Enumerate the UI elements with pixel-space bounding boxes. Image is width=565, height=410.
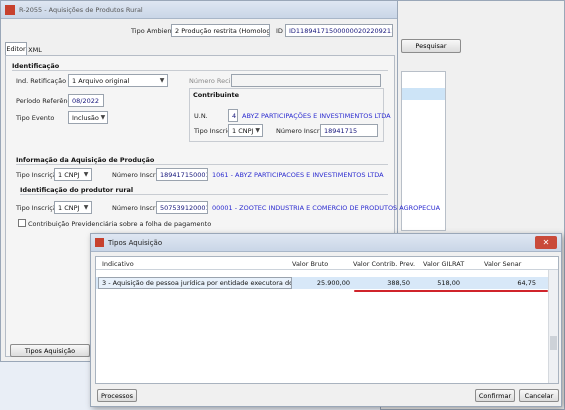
tipo-evento-label: Tipo Evento xyxy=(16,114,55,122)
produtor-divider xyxy=(20,194,388,195)
col-valor-gilrat: Valor GILRAT xyxy=(423,260,465,268)
cell-valor-senar: 64,75 xyxy=(517,279,536,287)
numero-recibo-field[interactable] xyxy=(231,74,381,87)
contribuicao-checkbox[interactable] xyxy=(18,219,26,227)
contribuicao-checkbox-label: Contribuição Previdenciária sobre a folh… xyxy=(28,220,212,228)
main-titlebar: R-2055 - Aquisições de Produtos Rural xyxy=(1,1,397,19)
contribuinte-tipo-inscricao-select[interactable]: 1 CNPJ ▼ xyxy=(228,124,263,137)
aquisicao-company-text: 1061 - ABYZ PARTICIPACOES E INVESTIMENTO… xyxy=(212,171,384,179)
un-code-field[interactable]: 4 xyxy=(228,109,238,122)
dialog-title: Tipos Aquisição xyxy=(108,238,163,247)
periodo-referencia-field[interactable]: 08/2022 xyxy=(68,94,104,107)
dialog-app-icon xyxy=(95,238,104,247)
background-list-selected-row[interactable] xyxy=(402,88,445,100)
cancelar-button[interactable]: Cancelar xyxy=(519,389,559,402)
chevron-down-icon: ▼ xyxy=(159,77,165,84)
tipo-evento-select[interactable]: Inclusão ▼ xyxy=(68,111,108,124)
identificacao-title: Identificação xyxy=(12,62,60,70)
chevron-down-icon: ▼ xyxy=(100,114,106,121)
col-valor-contrib: Valor Contrib. Prev. xyxy=(353,260,416,268)
highlight-underline xyxy=(354,290,548,292)
scrollbar-thumb[interactable] xyxy=(550,336,557,350)
close-icon[interactable]: ✕ xyxy=(535,236,557,249)
chevron-down-icon: ▼ xyxy=(255,127,261,134)
aquisicao-title: Informação da Aquisição de Produção xyxy=(16,156,155,164)
table-row[interactable]: 3 - Aquisição de pessoa jurídica por ent… xyxy=(96,277,548,289)
tab-xml[interactable]: XML xyxy=(27,44,43,55)
chevron-down-icon: ▼ xyxy=(83,204,89,211)
ind-retificacao-label: Ind. Retificação xyxy=(16,77,67,85)
processos-button[interactable]: Processos xyxy=(97,389,137,402)
confirmar-button[interactable]: Confirmar xyxy=(475,389,515,402)
cell-valor-contrib: 388,50 xyxy=(387,279,410,287)
tipos-aquisicao-dialog: Tipos Aquisição ✕ Indicativo Valor Bruto… xyxy=(90,233,562,407)
app-icon xyxy=(5,4,15,15)
tipo-ambiente-select[interactable]: 2 Produção restrita (Homologação)▼ xyxy=(171,24,270,37)
un-label: U.N. xyxy=(194,112,208,120)
aquisicao-tipo-inscricao-select[interactable]: 1 CNPJ ▼ xyxy=(54,168,92,181)
contribuinte-numero-inscricao-field[interactable]: 18941715 xyxy=(320,124,378,137)
ind-retificacao-select[interactable]: 1 Arquivo original ▼ xyxy=(68,74,168,87)
tab-editor[interactable]: Editor xyxy=(5,42,27,55)
col-valor-bruto: Valor Bruto xyxy=(292,260,329,268)
tipos-aquisicao-button[interactable]: Tipos Aquisição xyxy=(10,344,90,357)
produtor-company-text: 00001 - ZOOTEC INDUSTRIA E COMERCIO DE P… xyxy=(212,204,441,212)
produtor-tipo-inscricao-select[interactable]: 1 CNPJ ▼ xyxy=(54,201,92,214)
col-indicativo: Indicativo xyxy=(102,260,134,268)
cell-valor-gilrat: 518,00 xyxy=(437,279,460,287)
identificacao-divider xyxy=(12,70,388,71)
un-name-text: ABYZ PARTICIPAÇÕES E INVESTIMENTOS LTDA xyxy=(242,112,391,120)
tipos-aquisicao-table: Indicativo Valor Bruto Valor Contrib. Pr… xyxy=(95,256,559,384)
table-header: Indicativo Valor Bruto Valor Contrib. Pr… xyxy=(96,257,558,270)
id-field[interactable]: ID11894171500000020220921134457000022 xyxy=(285,24,393,37)
id-label: ID xyxy=(276,27,283,35)
cell-valor-bruto: 25.900,00 xyxy=(316,279,350,287)
chevron-down-icon: ▼ xyxy=(83,171,89,178)
dialog-titlebar: Tipos Aquisição ✕ xyxy=(91,234,561,252)
aquisicao-numero-inscricao-field[interactable]: 18941715000104 xyxy=(156,168,208,181)
pesquisar-button[interactable]: Pesquisar xyxy=(401,39,461,53)
aquisicao-divider xyxy=(16,164,388,165)
produtor-title: Identificação do produtor rural xyxy=(20,186,134,194)
col-valor-senar: Valor Senar xyxy=(484,260,522,268)
table-scrollbar[interactable] xyxy=(548,270,558,383)
contribuinte-group: Contribuinte U.N. 4 ABYZ PARTICIPAÇÕES E… xyxy=(189,88,391,142)
window-title: R-2055 - Aquisições de Produtos Rural xyxy=(19,5,143,14)
contribuinte-title: Contribuinte xyxy=(193,91,240,99)
indicativo-select[interactable]: 3 - Aquisição de pessoa jurídica por ent… xyxy=(98,277,292,289)
produtor-numero-inscricao-field[interactable]: 50753912000102 xyxy=(156,201,208,214)
